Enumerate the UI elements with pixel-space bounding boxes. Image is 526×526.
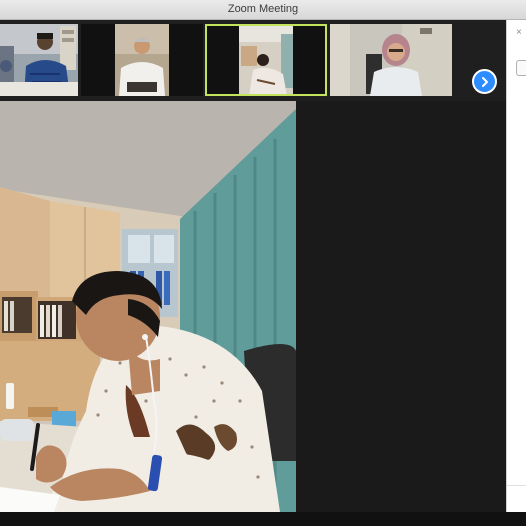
participant-video-4[interactable] (330, 24, 452, 96)
divider (507, 485, 526, 486)
empty-video-area (296, 101, 506, 512)
window-title: Zoom Meeting (227, 3, 299, 15)
zoom-window: Zoom Meeting × (0, 0, 526, 526)
title-bar: Zoom Meeting (0, 0, 526, 20)
panel-control[interactable] (516, 60, 526, 76)
next-page-button[interactable] (472, 69, 497, 94)
participant-video-1[interactable] (0, 24, 78, 96)
participant-video-2[interactable] (81, 24, 203, 96)
close-icon[interactable]: × (516, 27, 522, 38)
meeting-toolbar (0, 512, 526, 526)
side-panel: × (506, 20, 526, 512)
gallery-strip (0, 20, 506, 101)
participant-video-3-active[interactable] (205, 24, 327, 96)
chevron-right-icon (481, 76, 488, 87)
active-speaker-video (0, 101, 296, 512)
